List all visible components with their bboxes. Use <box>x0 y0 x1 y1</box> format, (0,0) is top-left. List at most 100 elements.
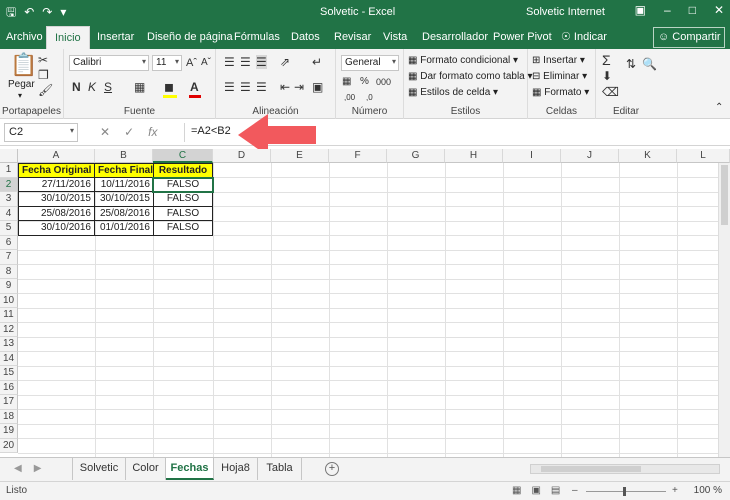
row-header-18[interactable]: 18 <box>0 409 18 424</box>
paste-dropdown-icon[interactable]: ▾ <box>18 91 22 100</box>
grow-font-icon[interactable]: Aˆ <box>186 56 197 70</box>
row-header-6[interactable]: 6 <box>0 235 18 250</box>
cell-a1[interactable]: Fecha Original <box>18 163 95 178</box>
account-name[interactable]: Solvetic Internet <box>526 6 605 18</box>
tab-diseno-pagina[interactable]: Diseño de página <box>147 29 233 45</box>
name-box[interactable]: C2 ▾ <box>4 123 78 142</box>
column-header-f[interactable]: F <box>329 149 387 163</box>
tab-vista[interactable]: Vista <box>383 29 407 45</box>
row-header-14[interactable]: 14 <box>0 351 18 366</box>
row-header-1[interactable]: 1 <box>0 163 18 178</box>
copy-icon[interactable]: ❐ <box>38 68 49 82</box>
row-header-12[interactable]: 12 <box>0 322 18 337</box>
insert-cells-button[interactable]: ⊞ Insertar ▾ <box>532 55 585 66</box>
bold-icon[interactable]: N <box>72 80 81 94</box>
tab-insertar[interactable]: Insertar <box>97 29 134 45</box>
tab-formulas[interactable]: Fórmulas <box>234 29 280 45</box>
underline-icon[interactable]: S <box>104 80 112 94</box>
zoom-in-icon[interactable]: + <box>672 485 678 496</box>
cell-b5[interactable]: 01/01/2016 <box>94 221 154 236</box>
page-break-icon[interactable]: ▤ <box>551 485 560 496</box>
column-header-l[interactable]: L <box>677 149 730 163</box>
minimize-icon[interactable]: – <box>664 3 671 17</box>
cancel-icon[interactable]: ✕ <box>100 125 110 139</box>
customize-icon[interactable]: ▾ <box>60 4 66 20</box>
align-right-icon[interactable]: ☰ <box>256 80 267 94</box>
add-sheet-button[interactable]: + <box>325 462 339 476</box>
font-size-select[interactable]: 11 ▾ <box>152 55 182 71</box>
cell-c4[interactable]: FALSO <box>153 206 213 221</box>
sheet-tab-solvetic[interactable]: Solvetic <box>73 458 126 480</box>
decrease-indent-icon[interactable]: ⇤ <box>280 80 290 94</box>
increase-indent-icon[interactable]: ⇥ <box>294 80 304 94</box>
zoom-level[interactable]: 100 % <box>694 485 722 496</box>
row-header-8[interactable]: 8 <box>0 264 18 279</box>
cell-styles-button[interactable]: ▦ Estilos de celda ▾ <box>408 87 498 98</box>
decrease-decimal-icon[interactable]: ,0 <box>366 91 373 105</box>
increase-decimal-icon[interactable]: ,00 <box>344 91 355 105</box>
row-header-9[interactable]: 9 <box>0 279 18 294</box>
tab-inicio[interactable]: Inicio <box>46 26 90 49</box>
font-color-icon[interactable]: A <box>190 80 199 94</box>
italic-icon[interactable]: K <box>88 80 96 94</box>
select-all-corner[interactable] <box>0 149 18 163</box>
scrollbar-thumb[interactable] <box>721 165 728 225</box>
sheet-tab-color[interactable]: Color <box>126 458 166 480</box>
align-middle-icon[interactable]: ☰ <box>240 55 251 69</box>
prev-sheet-icon[interactable]: ◀ <box>14 463 22 474</box>
cell-b2[interactable]: 10/11/2016 <box>94 177 154 192</box>
row-header-10[interactable]: 10 <box>0 293 18 308</box>
row-header-2[interactable]: 2 <box>0 177 18 192</box>
scrollbar-thumb[interactable] <box>541 466 641 472</box>
vertical-scrollbar[interactable] <box>718 163 730 457</box>
cell-c5[interactable]: FALSO <box>153 221 213 236</box>
column-header-k[interactable]: K <box>619 149 677 163</box>
format-painter-icon[interactable]: 🖌 <box>38 83 53 97</box>
fill-color-icon[interactable]: ◼ <box>164 80 174 94</box>
sheet-tab-hoja8[interactable]: Hoja8 <box>214 458 258 480</box>
borders-icon[interactable]: ▦ <box>134 80 145 94</box>
row-header-4[interactable]: 4 <box>0 206 18 221</box>
row-header-7[interactable]: 7 <box>0 250 18 265</box>
column-header-g[interactable]: G <box>387 149 445 163</box>
row-header-16[interactable]: 16 <box>0 380 18 395</box>
column-header-a[interactable]: A <box>18 149 95 163</box>
number-format-select[interactable]: General ▾ <box>341 55 399 71</box>
page-layout-icon[interactable]: ▣ <box>531 485 540 496</box>
row-header-13[interactable]: 13 <box>0 337 18 352</box>
tab-datos[interactable]: Datos <box>291 29 320 45</box>
align-top-icon[interactable]: ☰ <box>224 55 235 69</box>
paste-icon[interactable]: 📋 <box>10 53 37 77</box>
row-header-11[interactable]: 11 <box>0 308 18 323</box>
row-header-3[interactable]: 3 <box>0 192 18 207</box>
normal-view-icon[interactable]: ▦ <box>512 485 521 496</box>
ribbon-display-icon[interactable]: ▣ <box>635 3 646 17</box>
column-header-d[interactable]: D <box>213 149 271 163</box>
cell-c1[interactable]: Resultado <box>153 163 213 178</box>
zoom-slider-thumb[interactable] <box>623 487 626 496</box>
tab-power-pivot[interactable]: Power Pivot <box>493 29 552 45</box>
row-header-19[interactable]: 19 <box>0 424 18 439</box>
next-sheet-icon[interactable]: ▶ <box>34 463 42 474</box>
align-left-icon[interactable]: ☰ <box>224 80 235 94</box>
cell-b1[interactable]: Fecha Final <box>94 163 154 178</box>
comma-style-icon[interactable]: 000 <box>376 75 391 89</box>
zoom-slider[interactable] <box>586 487 666 496</box>
autosum-icon[interactable]: Σ <box>602 53 611 67</box>
merge-center-icon[interactable]: ▣ <box>312 80 323 94</box>
cell-c3[interactable]: FALSO <box>153 192 213 207</box>
row-header-5[interactable]: 5 <box>0 221 18 236</box>
format-as-table-button[interactable]: ▦ Dar formato como tabla ▾ <box>408 71 533 82</box>
zoom-out-icon[interactable]: – <box>572 485 578 496</box>
row-header-20[interactable]: 20 <box>0 438 18 453</box>
row-header-17[interactable]: 17 <box>0 395 18 410</box>
collapse-ribbon-icon[interactable]: ⌃ <box>715 101 723 115</box>
align-center-icon[interactable]: ☰ <box>240 80 251 94</box>
worksheet-grid[interactable]: A B C D E F G H I J K L 1 2 3 4 5 6 7 8 … <box>0 149 730 457</box>
wrap-text-icon[interactable]: ↵ <box>312 55 322 69</box>
conditional-format-button[interactable]: ▦ Formato condicional ▾ <box>408 55 518 66</box>
sheet-tab-tabla[interactable]: Tabla <box>258 458 302 480</box>
shrink-font-icon[interactable]: Aˇ <box>201 56 211 70</box>
save-icon[interactable]: 🖫 <box>6 4 16 20</box>
percent-icon[interactable]: % <box>360 75 369 89</box>
